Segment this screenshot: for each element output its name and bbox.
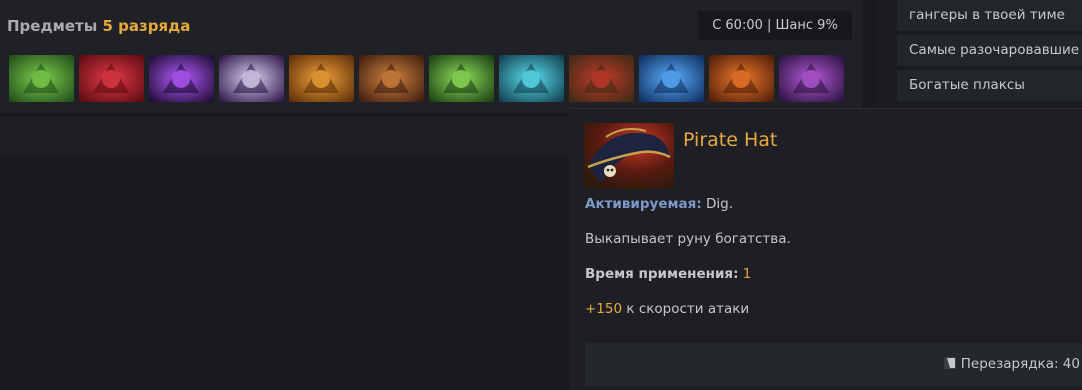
tooltip-title: Pirate Hat	[683, 129, 778, 151]
cyan-axe-item-icon[interactable]	[499, 55, 564, 102]
sidebar-item-gangers[interactable]: гангеры в твоей тиме	[897, 0, 1082, 31]
chance-badge: С 60:00 | Шанс 9%	[698, 11, 852, 40]
items-panel: Предметы 5 разряда С 60:00 | Шанс 9%	[0, 0, 862, 113]
panel-title-tier: 5 разряда	[102, 17, 191, 35]
red-claw-item-icon[interactable]	[79, 55, 144, 102]
tooltip-active-line: Активируемая: Dig.	[585, 196, 733, 212]
panel-title: Предметы 5 разряда	[7, 17, 190, 35]
green-cube-item-icon[interactable]	[429, 55, 494, 102]
bonus-text: к скорости атаки	[626, 301, 750, 317]
green-boot-item-icon[interactable]	[9, 55, 74, 102]
panel-title-prefix: Предметы	[7, 17, 98, 35]
gold-gem-amulet-item-icon[interactable]	[289, 55, 354, 102]
cast-time-label: Время применения:	[585, 266, 739, 282]
bonus-value: +150	[585, 301, 623, 317]
cooldown-text: Перезарядка: 40	[960, 356, 1080, 372]
tooltip-cast-line: Время применения: 1	[585, 266, 751, 282]
active-ability-label: Активируемая:	[585, 196, 702, 212]
pirate-hat-item-icon[interactable]	[569, 55, 634, 102]
active-ability-value: Dig.	[706, 196, 734, 212]
arcane-tome-item-icon[interactable]	[779, 55, 844, 102]
tooltip-description: Выкапывает руну богатства.	[585, 231, 791, 247]
crossbow-item-icon[interactable]	[359, 55, 424, 102]
cooldown: Перезарядка: 40	[943, 343, 1080, 386]
sidebar-item-disappointing[interactable]: Самые разочаровавшие	[897, 35, 1082, 66]
tooltip-footer: Перезарядка: 40	[585, 343, 1082, 386]
blue-orb-item-icon[interactable]	[639, 55, 704, 102]
purple-spike-item-icon[interactable]	[149, 55, 214, 102]
cooldown-icon	[943, 345, 957, 388]
lava-shield-item-icon[interactable]	[709, 55, 774, 102]
sidebar-item-rich-crybabies[interactable]: Богатые плаксы	[897, 70, 1082, 101]
page: Предметы 5 разряда С 60:00 | Шанс 9% ган…	[0, 0, 1082, 390]
purple-mirror-item-icon[interactable]	[219, 55, 284, 102]
cast-time-value: 1	[742, 266, 752, 282]
pirate-hat-icon	[584, 123, 674, 189]
item-tooltip: Pirate Hat Активируемая: Dig. Выкапывает…	[570, 108, 1082, 390]
tooltip-bonus-line: +150 к скорости атаки	[585, 301, 749, 317]
